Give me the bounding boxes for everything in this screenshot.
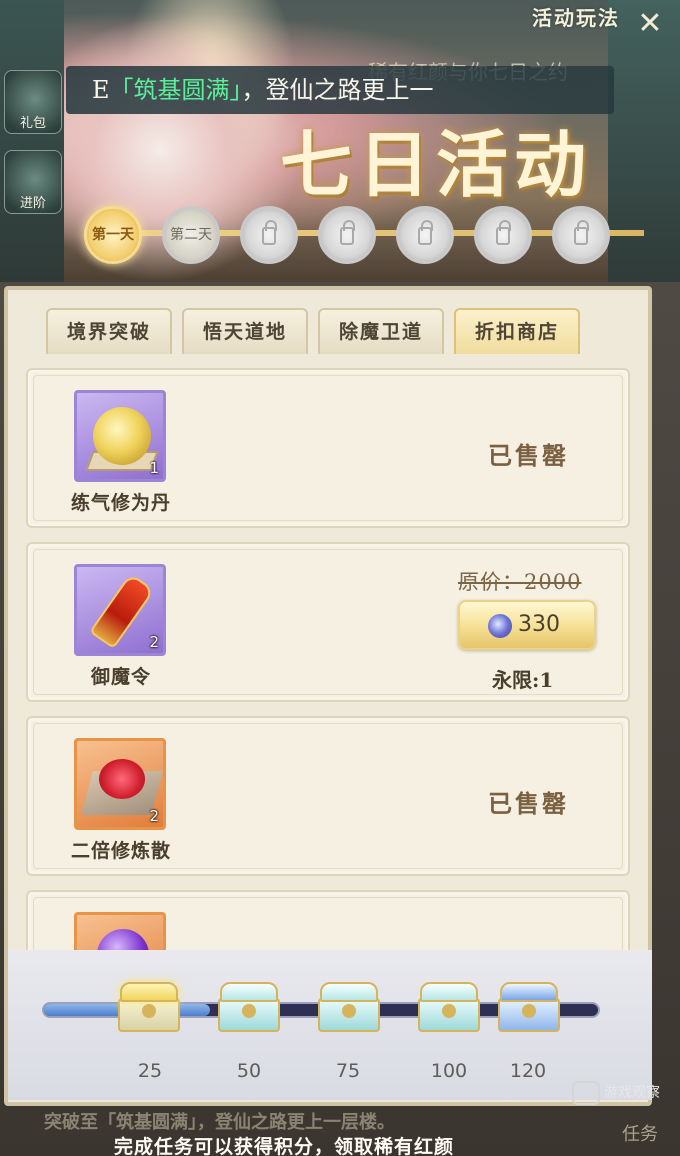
watermark-logo-icon (572, 1081, 600, 1105)
milestone-label: 120 (509, 1060, 547, 1082)
lock-icon (418, 220, 433, 245)
chest-lock-icon (442, 1004, 456, 1018)
item-slot[interactable]: 2 (74, 564, 166, 656)
shop-item-card: 2 二倍修炼散 已售罄 (26, 716, 630, 876)
price-value: 330 (518, 612, 560, 637)
tab-realm-breakthrough[interactable]: 境界突破 (46, 308, 172, 354)
milestone-label: 75 (335, 1060, 361, 1082)
reward-chest-50[interactable] (218, 980, 280, 1036)
points-progress: 25 50 75 100 120 (8, 950, 652, 1100)
milestone-label: 25 (137, 1060, 163, 1082)
item-slot[interactable]: 1 (74, 390, 166, 482)
watermark: 游戏观察 (572, 1076, 676, 1110)
gift-pack-side-button[interactable]: 礼包 (4, 70, 62, 134)
advance-label: 进阶 (19, 196, 46, 211)
task-button[interactable]: 任务 (622, 1120, 658, 1146)
ticker-highlight: 「筑基圆满」 (109, 76, 242, 104)
item-slot[interactable]: 2 (74, 738, 166, 830)
lock-icon (574, 220, 589, 245)
reward-chest-75[interactable] (318, 980, 380, 1036)
tab-enlightenment[interactable]: 悟天道地 (182, 308, 308, 354)
chest-lock-icon (142, 1004, 156, 1018)
chest-lock-icon (242, 1004, 256, 1018)
close-icon[interactable]: ✕ (630, 4, 670, 44)
event-banner: 礼包 进阶 活动玩法 ✕ 稀有红颜与你七日之约 E「筑基圆满」，登仙之路更上一 … (0, 0, 680, 282)
reward-chest-120[interactable] (498, 980, 560, 1036)
day-3-button[interactable] (240, 206, 298, 264)
shop-item-card: 1 练气修为丹 已售罄 (26, 368, 630, 528)
rules-button[interactable]: 活动玩法 (532, 2, 620, 31)
item-name: 练气修为丹 (70, 492, 171, 514)
left-side-menu: 礼包 进阶 (0, 0, 64, 282)
watermark-text: 游戏观察 (604, 1085, 660, 1101)
day-4-button[interactable] (318, 206, 376, 264)
tab-discount-shop[interactable]: 折扣商店 (454, 308, 580, 354)
item-count: 2 (149, 807, 159, 825)
background-hint-text: 突破至「筑基圆满」，登仙之路更上一层楼。 (44, 1112, 395, 1133)
item-name: 二倍修炼散 (70, 840, 171, 862)
gift-pack-label: 礼包 (19, 116, 46, 131)
chest-lid (120, 982, 178, 1002)
day-7-button[interactable] (552, 206, 610, 264)
lock-icon (262, 220, 277, 245)
spirit-gem-icon (488, 614, 512, 638)
original-price: 原价：2000 (458, 570, 582, 594)
reward-chest-25[interactable] (118, 980, 180, 1036)
day-2-label: 第二天 (170, 227, 212, 243)
red-powder-icon (99, 759, 145, 799)
chest-lid (500, 982, 558, 1002)
golden-orb-icon (93, 407, 151, 465)
chest-lid (420, 982, 478, 1002)
sold-out-label: 已售罄 (488, 789, 569, 818)
day-1-label: 第一天 (92, 227, 134, 243)
chest-lock-icon (522, 1004, 536, 1018)
buy-button[interactable]: 330 (458, 600, 596, 650)
lock-icon (340, 220, 355, 245)
demon-token-icon (89, 572, 155, 650)
day-2-button[interactable]: 第二天 (162, 206, 220, 264)
event-title: 七日活动 (280, 122, 593, 207)
advance-side-button[interactable]: 进阶 (4, 150, 62, 214)
purchase-limit: 永限:1 (492, 668, 554, 692)
item-name: 御魔令 (90, 666, 151, 688)
ticker-suffix: ，登仙之路更上一 (241, 76, 434, 104)
lock-icon (496, 220, 511, 245)
day-1-button[interactable]: 第一天 (84, 206, 142, 264)
milestone-label: 100 (430, 1060, 468, 1082)
day-6-button[interactable] (474, 206, 532, 264)
chest-lock-icon (342, 1004, 356, 1018)
item-count: 1 (149, 459, 159, 477)
chest-lid (220, 982, 278, 1002)
shop-item-card: 2 御魔令 原价：2000 330 永限:1 (26, 542, 630, 702)
milestone-label: 50 (236, 1060, 262, 1082)
ticker-prefix: E (92, 76, 110, 104)
reward-chest-100[interactable] (418, 980, 480, 1036)
item-count: 2 (149, 633, 159, 651)
day-5-button[interactable] (396, 206, 454, 264)
task-hint-text: 完成任务可以获得积分，领取稀有红颜 (114, 1136, 455, 1156)
tab-demon-slaying[interactable]: 除魔卫道 (318, 308, 444, 354)
sold-out-label: 已售罄 (488, 441, 569, 470)
chest-lid (320, 982, 378, 1002)
